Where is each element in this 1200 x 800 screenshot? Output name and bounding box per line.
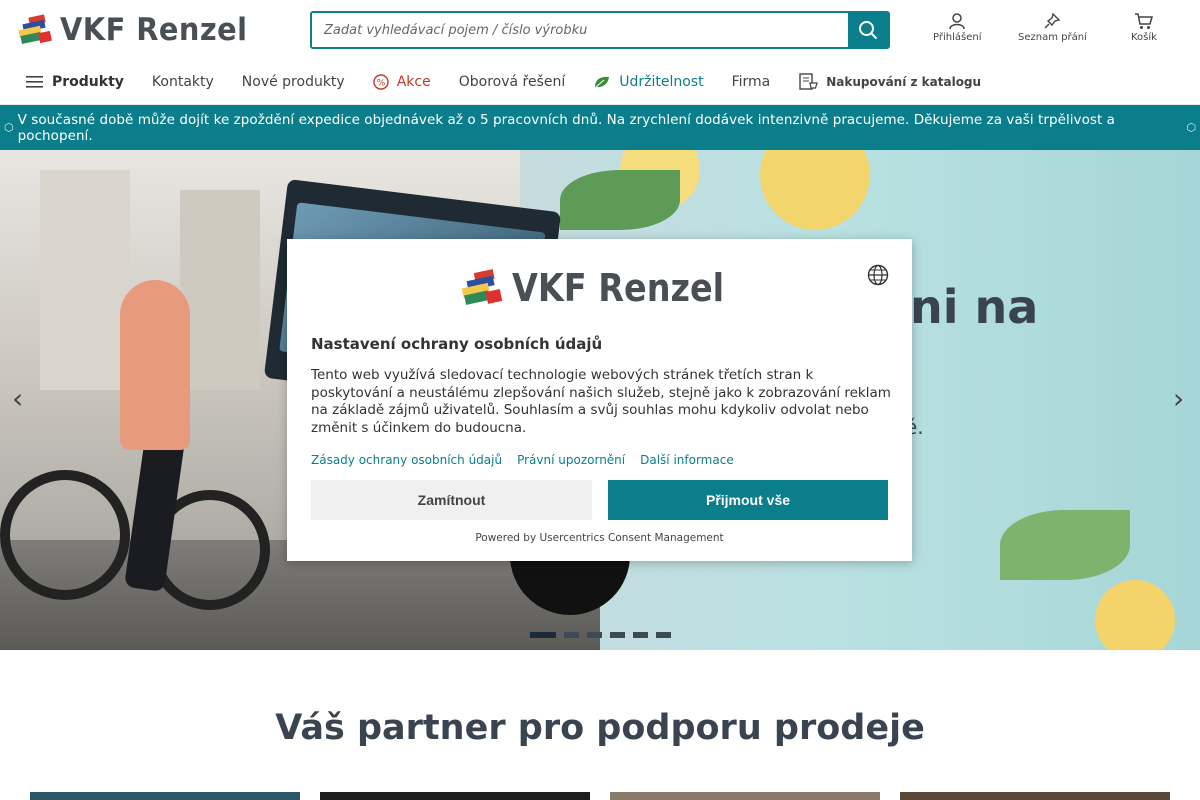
wishlist-label: Seznam přání: [1018, 32, 1087, 43]
partner-card[interactable]: [900, 792, 1170, 800]
carousel-dot[interactable]: [633, 632, 648, 638]
powered-by-text: Powered by Usercentrics Consent Manageme…: [475, 532, 724, 544]
privacy-policy-link[interactable]: Zásady ochrany osobních údajů: [311, 453, 502, 467]
nav-item-label: Nové produkty: [241, 74, 345, 90]
search-icon: [859, 21, 878, 40]
svg-text:%: %: [376, 79, 385, 89]
consent-dialog: VKF Renzel Nastavení ochrany osobních úd…: [287, 239, 912, 561]
search-bar: [310, 11, 890, 49]
hero-flower: [1095, 580, 1175, 650]
consent-brand-name: VKF Renzel: [512, 266, 725, 310]
nav-item-industry-solutions[interactable]: Oborová řešení: [459, 74, 566, 90]
carousel-next-arrow-icon[interactable]: ›: [1173, 382, 1184, 415]
hero-rider: [120, 280, 190, 450]
nav-item-label: Nakupování z katalogu: [826, 75, 982, 89]
hero-leaf: [560, 170, 680, 230]
consent-body: Tento web využívá sledovací technologie …: [311, 367, 891, 436]
nav-item-contacts[interactable]: Kontakty: [152, 74, 214, 90]
carousel-dot[interactable]: [587, 632, 602, 638]
carousel-pagination: [530, 632, 671, 638]
consent-title: Nastavení ochrany osobních údajů: [311, 335, 603, 353]
accept-all-button[interactable]: Přijmout vše: [608, 480, 888, 520]
main-nav: Produkty Kontakty Nové produkty % Akce O…: [0, 60, 1200, 105]
search-button[interactable]: [848, 13, 888, 47]
more-info-link[interactable]: Další informace: [640, 453, 734, 467]
partner-card[interactable]: [610, 792, 880, 800]
hero-building: [180, 190, 260, 390]
carousel-dot[interactable]: [610, 632, 625, 638]
pin-icon: [1044, 12, 1061, 29]
nav-item-sustainability[interactable]: Udržitelnost: [593, 74, 704, 90]
menu-icon: [26, 75, 44, 89]
shipping-delay-notice: ⬡ V současné době může dojít ke zpoždění…: [0, 105, 1200, 150]
brand-name: VKF Renzel: [60, 12, 248, 48]
nav-item-new-products[interactable]: Nové produkty: [242, 74, 345, 90]
carousel-dot[interactable]: [564, 632, 579, 638]
carousel-prev-arrow-icon[interactable]: ‹: [12, 382, 23, 415]
notice-text: V současné době může dojít ke zpoždění e…: [17, 111, 1115, 144]
nav-item-catalog[interactable]: Nakupování z katalogu: [798, 72, 981, 92]
package-icon: ⬡: [1186, 121, 1196, 134]
nav-item-label: Kontakty: [151, 74, 214, 90]
leaf-icon: [593, 75, 611, 89]
partner-card[interactable]: [320, 792, 590, 800]
nav-item-products[interactable]: Produkty: [26, 74, 124, 90]
login-link[interactable]: Přihlášení: [933, 12, 981, 43]
cart-link[interactable]: Košík: [1131, 12, 1157, 43]
catalog-icon: [798, 72, 819, 92]
nav-item-label: Oborová řešení: [458, 74, 566, 90]
hero-bike-wheel: [0, 470, 130, 600]
hero-building: [40, 170, 130, 390]
site-header: VKF Renzel Přihlášení Seznam přání Košík: [0, 0, 1200, 60]
search-input[interactable]: [312, 13, 848, 47]
nav-item-label: Produkty: [52, 74, 124, 90]
cart-icon: [1134, 13, 1153, 29]
hero-headline: ni na: [910, 280, 1039, 334]
hero-leaf: [1000, 510, 1130, 580]
wishlist-link[interactable]: Seznam přání: [1018, 12, 1087, 43]
brand-logo-mark-icon: [461, 269, 503, 305]
user-icon: [949, 13, 965, 30]
package-icon: ⬡: [4, 121, 14, 134]
consent-brand-logo: VKF Renzel: [460, 266, 753, 310]
cart-label: Košík: [1131, 32, 1157, 43]
hero-flower: [760, 150, 870, 230]
legal-notice-link[interactable]: Právní upozornění: [517, 453, 625, 467]
section-title: Váš partner pro podporu prodeje: [275, 708, 925, 748]
nav-item-label: Firma: [731, 74, 771, 90]
deny-button[interactable]: Zamítnout: [311, 480, 592, 520]
consent-links: Zásady ochrany osobních údajů Právní upo…: [311, 453, 734, 467]
brand-logo-mark-icon: [18, 14, 52, 44]
brand-logo[interactable]: VKF Renzel: [17, 12, 262, 48]
login-label: Přihlášení: [933, 32, 982, 43]
partner-card[interactable]: [30, 792, 300, 800]
carousel-dot[interactable]: [530, 632, 556, 638]
nav-item-label: Udržitelnost: [619, 74, 704, 90]
nav-item-sale[interactable]: % Akce: [373, 74, 431, 90]
carousel-dot[interactable]: [656, 632, 671, 638]
language-globe-icon[interactable]: [867, 264, 889, 290]
nav-item-label: Akce: [396, 74, 431, 90]
nav-item-company[interactable]: Firma: [732, 74, 771, 90]
percent-icon: %: [373, 74, 389, 90]
